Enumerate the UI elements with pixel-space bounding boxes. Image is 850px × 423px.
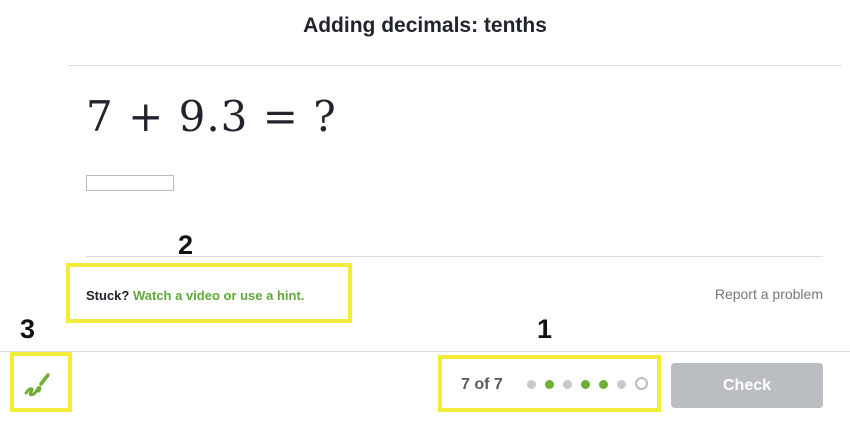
progress-dot bbox=[599, 379, 608, 389]
progress-dots bbox=[527, 377, 657, 390]
report-problem-link[interactable]: Report a problem bbox=[715, 286, 823, 302]
progress-dot bbox=[527, 379, 536, 389]
progress-dot bbox=[617, 379, 626, 389]
annotation-number-2: 2 bbox=[178, 230, 194, 260]
scratchpad-pencil-icon[interactable] bbox=[22, 371, 52, 399]
progress-dot bbox=[545, 379, 554, 389]
header-divider bbox=[68, 65, 842, 66]
hint-link[interactable]: Watch a video or use a hint. bbox=[133, 288, 304, 303]
progress-dot bbox=[635, 377, 648, 390]
progress-dot bbox=[563, 379, 572, 389]
footer-divider bbox=[0, 351, 850, 352]
page-title: Adding decimals: tenths bbox=[303, 14, 547, 37]
annotation-number-3: 3 bbox=[20, 314, 36, 344]
check-button[interactable]: Check bbox=[671, 363, 823, 408]
annotation-number-1: 1 bbox=[537, 314, 553, 344]
progress-dot bbox=[581, 379, 590, 389]
stuck-help: Stuck? Watch a video or use a hint. bbox=[86, 288, 304, 303]
problem-equation: 7 + 9.3 = ? bbox=[86, 92, 337, 141]
content-divider bbox=[86, 256, 823, 257]
progress-text: 7 of 7 bbox=[461, 376, 503, 393]
answer-input[interactable] bbox=[86, 175, 174, 191]
stuck-label: Stuck? bbox=[86, 288, 130, 303]
